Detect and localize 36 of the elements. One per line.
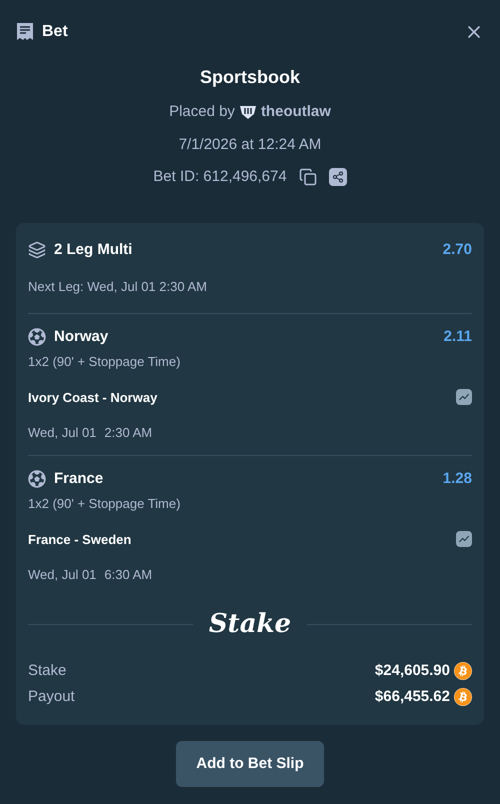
chart-icon[interactable] <box>456 389 472 406</box>
bet-type: 2 Leg Multi <box>54 240 132 260</box>
username-link[interactable]: theoutlaw <box>260 101 331 124</box>
market-name: 1x2 (90' + Stoppage Time) <box>28 495 182 513</box>
match-date: Wed, Jul 01 <box>28 424 96 442</box>
match-time: 6:30 AM <box>104 566 152 584</box>
bet-id: Bet ID: 612,496,674 <box>153 167 287 187</box>
receipt-icon <box>16 22 34 42</box>
total-odds: 2.70 <box>442 240 472 260</box>
vip-badge-icon <box>238 104 257 120</box>
copy-icon[interactable] <box>298 168 317 186</box>
add-to-bet-slip-button[interactable]: Add to Bet Slip <box>176 740 324 787</box>
odds-value: 2.11 <box>444 326 472 346</box>
brand-logo: Stake <box>208 608 292 640</box>
layers-icon <box>28 240 46 259</box>
total-amount: $24,605.90 <box>374 660 450 680</box>
match-name[interactable]: France - Sweden <box>28 530 132 549</box>
total-amount: $66,455.62 <box>374 687 450 707</box>
odds-value: 1.28 <box>442 468 472 488</box>
placed-by-label: Placed by <box>169 102 235 122</box>
match-name[interactable]: Ivory Coast - Norway <box>28 388 158 407</box>
total-label: Stake <box>28 660 66 680</box>
placed-date: 7/1/2026 at 12:24 AM <box>178 134 322 154</box>
selection-name: Norway <box>54 326 108 346</box>
chart-icon[interactable] <box>456 531 472 548</box>
dialog-title: Bet <box>42 22 68 42</box>
match-time: 2:30 AM <box>104 424 152 442</box>
share-icon[interactable] <box>328 168 347 186</box>
match-date: Wed, Jul 01 <box>28 566 96 584</box>
total-label: Payout <box>28 687 75 707</box>
bitcoin-icon <box>454 662 472 680</box>
selection-name: France <box>54 468 104 488</box>
market-name: 1x2 (90' + Stoppage Time) <box>28 353 182 371</box>
bitcoin-icon <box>454 688 472 706</box>
bet-source: Sportsbook <box>200 66 300 89</box>
next-leg-time: Next Leg: Wed, Jul 01 2:30 AM <box>28 278 208 296</box>
